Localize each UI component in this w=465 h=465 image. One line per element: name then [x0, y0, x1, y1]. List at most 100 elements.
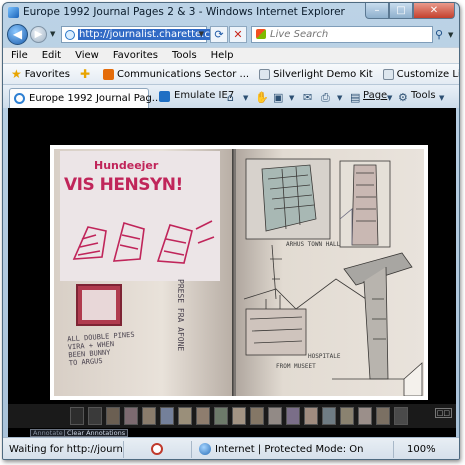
tab-row: Europe 1992 Journal Pag... Emulate IE7 ⌂…	[3, 84, 459, 108]
refresh-button[interactable]: ⟳	[210, 26, 228, 43]
history-dropdown-icon[interactable]: ▼	[50, 30, 55, 38]
feeds-dropdown-icon[interactable]: ▼	[289, 94, 294, 102]
hand-icon[interactable]: ✋	[255, 91, 269, 104]
emulate-icon	[159, 91, 170, 102]
search-icon[interactable]: ⚲	[435, 28, 443, 41]
page-thumbnail[interactable]	[232, 407, 246, 425]
window-controls: – □ ✕	[365, 3, 455, 19]
favorite-link-communications[interactable]: Communications Sector ...	[103, 68, 249, 80]
tab-label: Europe 1992 Journal Pag...	[29, 93, 162, 104]
stamp-clipping	[76, 284, 122, 326]
menu-favorites[interactable]: Favorites	[113, 48, 158, 63]
back-button[interactable]: ◀	[7, 24, 28, 45]
page-thumbnail[interactable]	[70, 407, 84, 425]
page-thumbnail[interactable]	[160, 407, 174, 425]
office-icon	[103, 68, 114, 80]
page-thumbnail[interactable]	[124, 407, 138, 425]
page-thumbnail[interactable]	[250, 407, 264, 425]
stop-button[interactable]: ✕	[229, 26, 247, 43]
maximize-button[interactable]: □	[389, 3, 413, 19]
page-thumbnail[interactable]	[88, 407, 102, 425]
mail-icon[interactable]: ✉	[303, 91, 312, 104]
page-thumbnail[interactable]	[214, 407, 228, 425]
status-bar: Waiting for http://journ Internet | Prot…	[3, 437, 459, 459]
page-thumbnail[interactable]	[358, 407, 372, 425]
address-dropdown-icon[interactable]: ▼	[199, 30, 204, 38]
print-dropdown-icon[interactable]: ▼	[337, 94, 342, 102]
ie-icon	[14, 93, 25, 104]
status-divider	[393, 441, 394, 458]
page-thumbnail[interactable]	[178, 407, 192, 425]
page-menu-button[interactable]: Page	[363, 90, 387, 101]
privacy-icon[interactable]	[151, 443, 163, 455]
stamp-image	[82, 290, 116, 320]
forward-button[interactable]: ▶	[30, 26, 47, 43]
vertical-handwriting: PRESE FRA AFONE	[176, 279, 185, 352]
add-favorite-icon: ✚	[79, 67, 90, 81]
print-icon[interactable]: ⎙	[321, 91, 330, 105]
page-indicator: □□	[434, 408, 452, 418]
page-icon: ▤	[350, 91, 361, 104]
live-search-icon	[256, 29, 266, 39]
menu-edit[interactable]: Edit	[42, 48, 61, 63]
menu-view[interactable]: View	[75, 48, 99, 63]
zoom-level[interactable]: 100%	[407, 444, 436, 455]
page-thumbnail[interactable]	[142, 407, 156, 425]
feeds-icon[interactable]: ▣	[273, 91, 283, 104]
close-button[interactable]: ✕	[413, 3, 455, 19]
tab-journal[interactable]: Europe 1992 Journal Pag...	[9, 88, 161, 108]
url-text[interactable]: http://journalist.charette.com	[78, 29, 227, 40]
annotate-button[interactable]: Annotate	[30, 429, 66, 437]
search-box[interactable]	[251, 26, 433, 43]
page-dropdown-icon[interactable]: ▼	[387, 94, 392, 102]
favorite-link-label: Silverlight Demo Kit	[273, 68, 373, 80]
internet-zone-icon	[199, 443, 211, 455]
title-bar: Europe 1992 Journal Pages 2 & 3 - Window…	[3, 3, 459, 22]
security-zone-text[interactable]: Internet | Protected Mode: On	[215, 444, 363, 455]
handwritten-note: ALL DOUBLE PINES VIRA + WHEN BEEN BUNNY …	[66, 330, 135, 368]
poster-headline: VIS HENSYN!	[64, 175, 183, 195]
page-thumbnail[interactable]	[268, 407, 282, 425]
home-dropdown-icon[interactable]: ▼	[243, 94, 248, 102]
menu-file[interactable]: File	[11, 48, 28, 63]
search-input[interactable]	[270, 28, 420, 41]
emulate-ie7-button[interactable]: Emulate IE7	[174, 90, 234, 101]
sketch-caption: HOSPITALE	[308, 353, 341, 360]
menu-help[interactable]: Help	[211, 48, 234, 63]
page-thumbnail[interactable]	[304, 407, 318, 425]
page-thumbnail[interactable]	[376, 407, 390, 425]
menu-tools[interactable]: Tools	[172, 48, 197, 63]
page-thumbnail[interactable]	[286, 407, 300, 425]
status-divider	[191, 441, 192, 458]
page-thumbnail-strip: □□	[8, 404, 456, 428]
globe-icon	[65, 30, 75, 40]
favorite-link-silverlight[interactable]: Silverlight Demo Kit	[259, 68, 373, 80]
page-thumbnail[interactable]	[394, 407, 408, 425]
journal-spread[interactable]: Hundeejer VIS HENSYN! ALL DOUBLE PINES V…	[50, 145, 428, 400]
search-dropdown-icon[interactable]: ▼	[448, 31, 453, 39]
favorite-link-customize[interactable]: Customize Links	[382, 68, 460, 80]
clear-annotations-button[interactable]: Clear Annotations	[64, 429, 129, 437]
favorites-button[interactable]: ★ Favorites	[11, 67, 70, 81]
favorites-bar: ★ Favorites ✚ Communications Sector ... …	[3, 63, 459, 84]
minimize-button[interactable]: –	[365, 3, 389, 19]
annotation-bar: Annotate Clear Annotations	[8, 428, 456, 437]
address-field[interactable]: http://journalist.charette.com ▼	[61, 26, 227, 43]
tools-dropdown-icon[interactable]: ▼	[439, 94, 444, 102]
home-icon[interactable]: ⌂	[227, 91, 234, 104]
journal-page-left[interactable]: Hundeejer VIS HENSYN! ALL DOUBLE PINES V…	[54, 149, 234, 396]
star-icon: ★	[11, 67, 22, 81]
poster-title: Hundeejer	[94, 159, 159, 172]
ie-icon	[8, 7, 19, 18]
page-thumbnail[interactable]	[340, 407, 354, 425]
page-thumbnail[interactable]	[322, 407, 336, 425]
page-thumbnail[interactable]	[196, 407, 210, 425]
favorite-link-label: Customize Links	[396, 68, 460, 80]
tools-menu-button[interactable]: Tools	[411, 90, 436, 101]
page-thumbnail[interactable]	[106, 407, 120, 425]
journal-viewer[interactable]: Hundeejer VIS HENSYN! ALL DOUBLE PINES V…	[8, 108, 456, 428]
menu-bar: File Edit View Favorites Tools Help	[3, 47, 459, 63]
status-divider	[123, 441, 124, 458]
add-favorite-button[interactable]: ✚	[80, 67, 93, 81]
journal-page-right[interactable]: ARHUS TOWN HALL FROM MUSEET HOSPITALE	[236, 149, 424, 396]
